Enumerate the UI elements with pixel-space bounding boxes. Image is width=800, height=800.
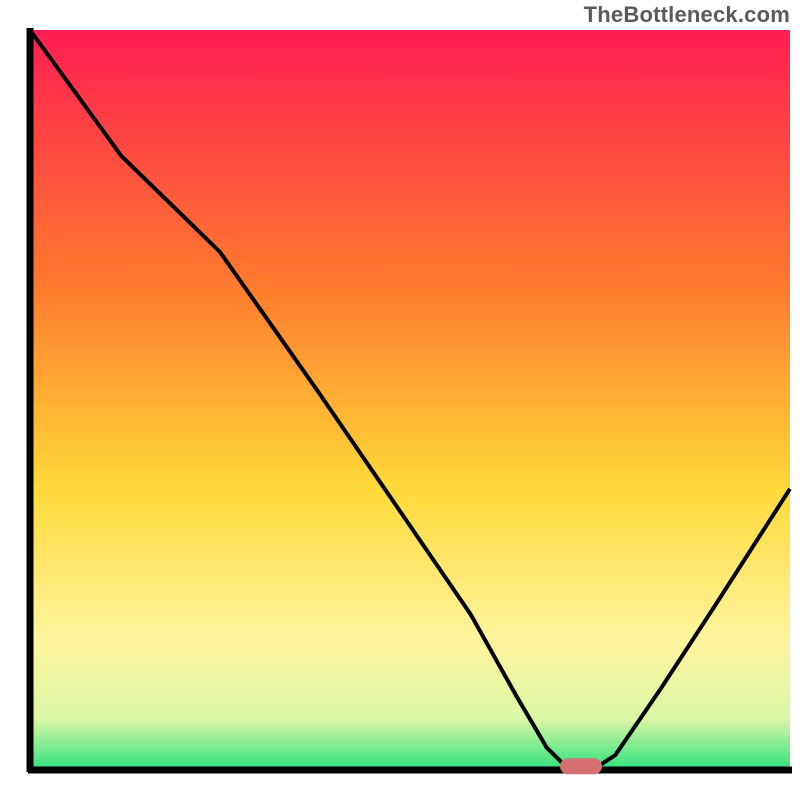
- chart-container: TheBottleneck.com: [0, 0, 800, 800]
- optimal-marker: [560, 758, 602, 774]
- plot-background: [30, 30, 790, 770]
- bottleneck-chart: [0, 0, 800, 800]
